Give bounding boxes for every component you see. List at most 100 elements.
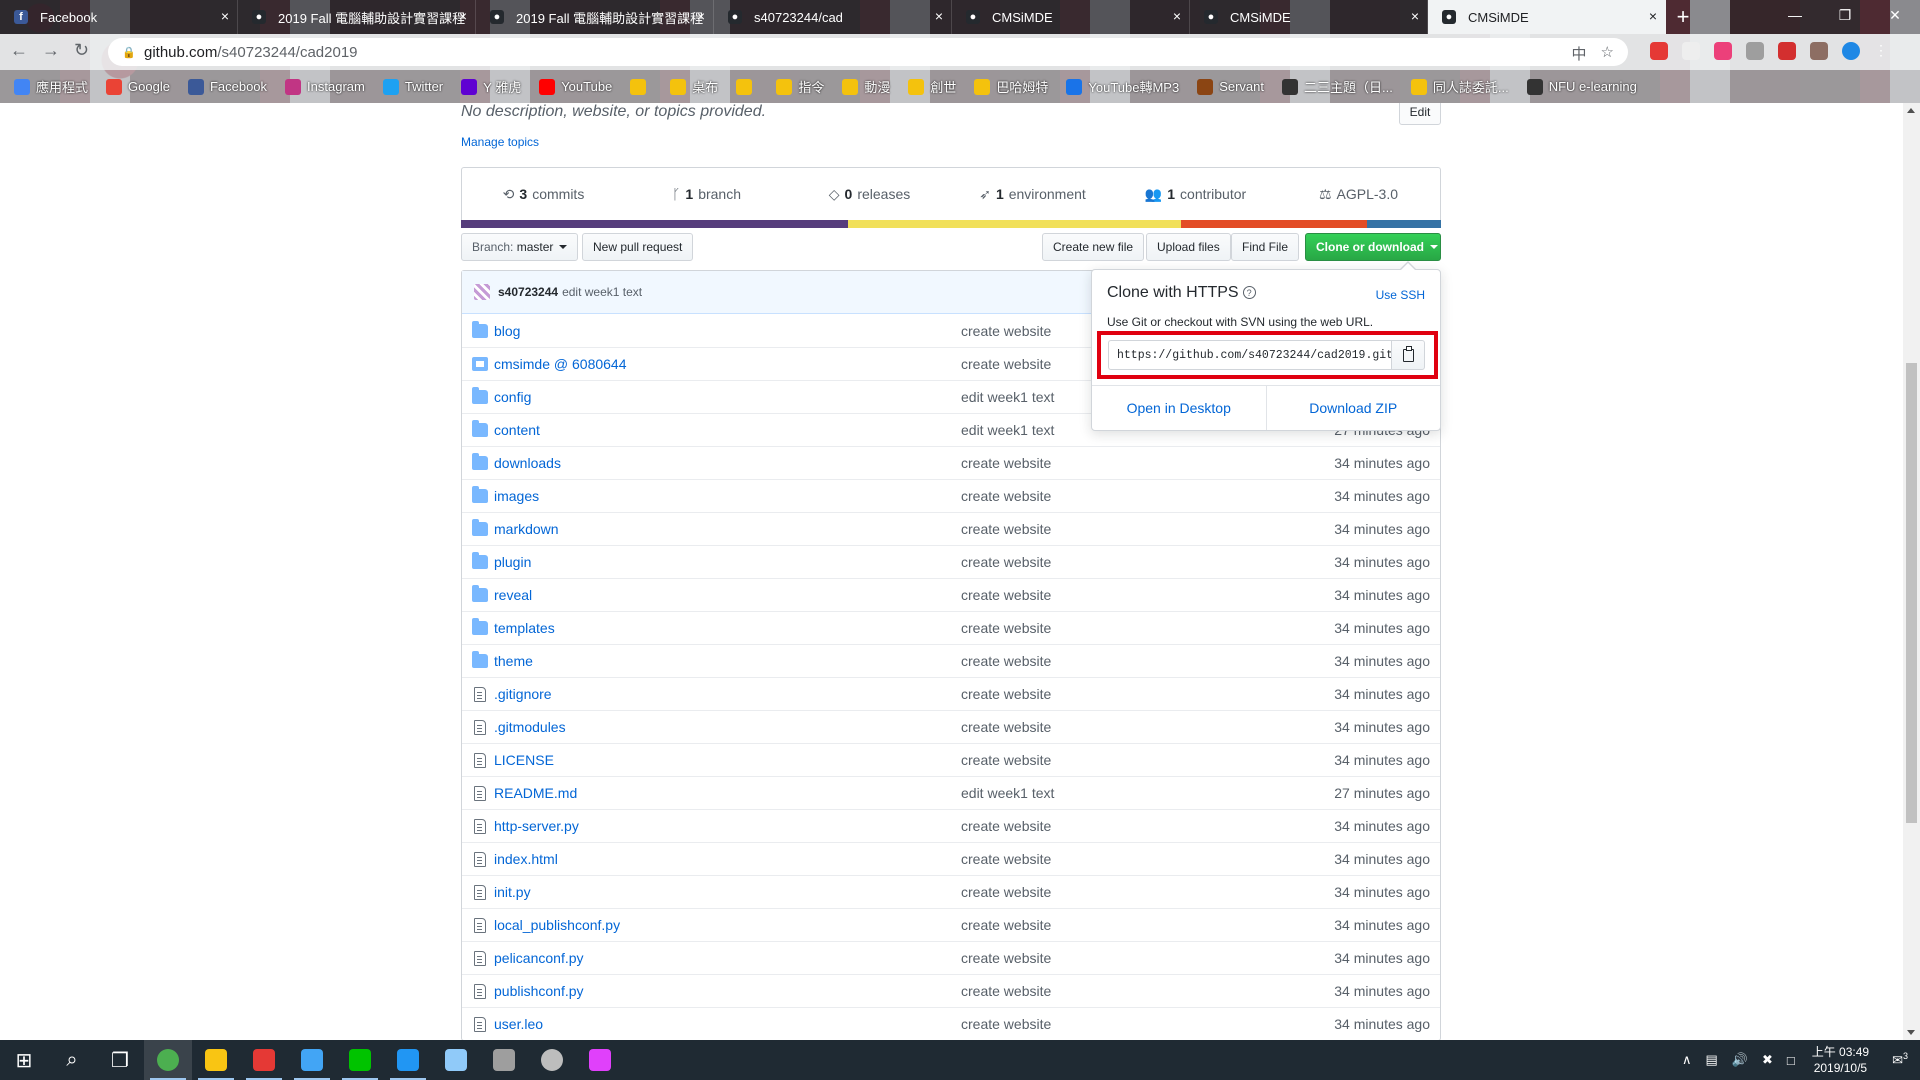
browser-tab[interactable]: ● s40723244/cad × <box>714 0 952 34</box>
bookmark-item[interactable]: YouTube <box>539 78 612 95</box>
file-name-link[interactable]: content <box>494 422 964 438</box>
alert-icon[interactable]: ✖ <box>1762 1052 1773 1068</box>
open-in-desktop-button[interactable]: Open in Desktop <box>1092 386 1267 430</box>
network-icon[interactable]: ▤ <box>1705 1052 1717 1068</box>
volume-icon[interactable]: 🔊 <box>1732 1052 1748 1068</box>
file-name-link[interactable]: init.py <box>494 884 964 900</box>
close-tab-icon[interactable]: × <box>697 8 705 24</box>
file-commit-message[interactable]: create website <box>961 488 1051 504</box>
extension-icon[interactable] <box>1682 42 1700 60</box>
file-name-link[interactable]: http-server.py <box>494 818 964 834</box>
bookmark-item[interactable]: 二三主題（日... <box>1282 77 1393 96</box>
browser-tab[interactable]: ● CMSiMDE × <box>1428 0 1666 34</box>
clone-or-download-button[interactable]: Clone or download <box>1305 233 1441 261</box>
file-name-link[interactable]: reveal <box>494 587 964 603</box>
bookmark-item[interactable]: 同人誌委託... <box>1410 77 1509 96</box>
language-bar[interactable] <box>461 220 1441 228</box>
reload-icon[interactable]: ↻ <box>74 40 89 61</box>
close-tab-icon[interactable]: × <box>459 8 467 24</box>
browser-tab[interactable]: ● 2019 Fall 電腦輔助設計實習課程 × <box>238 0 476 34</box>
file-name-link[interactable]: templates <box>494 620 964 636</box>
taskbar-app[interactable] <box>192 1040 240 1080</box>
back-icon[interactable]: ← <box>10 40 28 61</box>
repo-stat-contributor[interactable]: 👥 1 contributor <box>1114 168 1277 220</box>
bookmark-item[interactable] <box>736 78 758 95</box>
commit-message[interactable]: edit week1 text <box>562 285 642 299</box>
translate-icon[interactable]: 中 <box>1572 43 1587 64</box>
repo-stat-commits[interactable]: ⟲ 3 commits <box>462 168 625 220</box>
file-name-link[interactable]: blog <box>494 323 964 339</box>
bookmark-star-icon[interactable]: ☆ <box>1601 43 1614 64</box>
scroll-thumb[interactable] <box>1906 363 1917 823</box>
repo-stat-releases[interactable]: ◇ 0 releases <box>788 168 951 220</box>
bookmark-item[interactable]: 創世 <box>908 77 956 96</box>
taskbar-app[interactable] <box>432 1040 480 1080</box>
repo-stat-branch[interactable]: ᚴ 1 branch <box>625 168 788 220</box>
taskbar-app[interactable] <box>480 1040 528 1080</box>
profile-avatar[interactable] <box>1842 42 1860 60</box>
browser-tab[interactable]: ● CMSiMDE × <box>1190 0 1428 34</box>
file-commit-message[interactable]: create website <box>961 983 1051 999</box>
file-commit-message[interactable]: create website <box>961 884 1051 900</box>
file-commit-message[interactable]: create website <box>961 653 1051 669</box>
browser-tab[interactable]: f Facebook × <box>0 0 238 34</box>
file-commit-message[interactable]: create website <box>961 455 1051 471</box>
file-name-link[interactable]: local_publishconf.py <box>494 917 964 933</box>
taskbar-app[interactable] <box>240 1040 288 1080</box>
file-name-link[interactable]: theme <box>494 653 964 669</box>
bookmark-item[interactable]: 桌布 <box>670 77 718 96</box>
create-new-file-button[interactable]: Create new file <box>1042 233 1145 261</box>
extension-icon[interactable] <box>1746 42 1764 60</box>
file-commit-message[interactable]: create website <box>961 818 1051 834</box>
notification-center-icon[interactable]: ✉3 <box>1892 1051 1908 1068</box>
file-name-link[interactable]: user.leo <box>494 1016 964 1032</box>
file-name-link[interactable]: images <box>494 488 964 504</box>
taskbar-app[interactable] <box>144 1040 192 1080</box>
bookmark-item[interactable] <box>630 78 652 95</box>
close-tab-icon[interactable]: × <box>1649 8 1657 24</box>
avatar[interactable] <box>474 284 490 300</box>
taskbar-app[interactable]: ⊞ <box>0 1040 48 1080</box>
browser-tab[interactable]: ● CMSiMDE × <box>952 0 1190 34</box>
minimize-icon[interactable]: — <box>1770 0 1820 30</box>
file-name-link[interactable]: README.md <box>494 785 964 801</box>
find-file-button[interactable]: Find File <box>1231 233 1300 261</box>
edit-description-button[interactable]: Edit <box>1399 103 1441 125</box>
bookmark-item[interactable]: Google <box>106 78 170 95</box>
file-commit-message[interactable]: create website <box>961 851 1051 867</box>
taskbar-app[interactable] <box>576 1040 624 1080</box>
upload-files-button[interactable]: Upload files <box>1146 233 1231 261</box>
file-commit-message[interactable]: create website <box>961 323 1051 339</box>
close-tab-icon[interactable]: × <box>935 8 943 24</box>
extension-icon[interactable] <box>1714 42 1732 60</box>
file-name-link[interactable]: index.html <box>494 851 964 867</box>
close-window-icon[interactable]: ✕ <box>1870 0 1920 30</box>
file-commit-message[interactable]: create website <box>961 719 1051 735</box>
bookmark-item[interactable]: Y 雅虎 <box>461 77 521 96</box>
file-commit-message[interactable]: create website <box>961 587 1051 603</box>
file-name-link[interactable]: .gitmodules <box>494 719 964 735</box>
file-commit-message[interactable]: edit week1 text <box>961 785 1054 801</box>
close-tab-icon[interactable]: × <box>1173 8 1181 24</box>
repo-stat-environment[interactable]: ➶ 1 environment <box>951 168 1114 220</box>
taskbar-app[interactable] <box>336 1040 384 1080</box>
bookmark-item[interactable]: Twitter <box>382 78 443 95</box>
bookmark-item[interactable]: 動漫 <box>842 77 890 96</box>
extension-icon[interactable] <box>1778 42 1796 60</box>
maximize-icon[interactable]: ❐ <box>1820 0 1870 30</box>
close-tab-icon[interactable]: × <box>1411 8 1419 24</box>
file-commit-message[interactable]: create website <box>961 686 1051 702</box>
file-name-link[interactable]: publishconf.py <box>494 983 964 999</box>
close-tab-icon[interactable]: × <box>221 8 229 24</box>
file-name-link[interactable]: config <box>494 389 964 405</box>
repo-stat-agpl-3-0[interactable]: ⚖ AGPL-3.0 <box>1277 168 1440 220</box>
taskbar-app[interactable]: ⌕ <box>48 1040 96 1080</box>
new-pull-request-button[interactable]: New pull request <box>582 233 694 261</box>
file-name-link[interactable]: downloads <box>494 455 964 471</box>
taskbar-app[interactable]: ❐ <box>96 1040 144 1080</box>
file-commit-message[interactable]: create website <box>961 554 1051 570</box>
file-commit-message[interactable]: create website <box>961 356 1051 372</box>
bookmark-item[interactable]: 指令 <box>776 77 824 96</box>
file-name-link[interactable]: cmsimde @ 6080644 <box>494 356 964 372</box>
bookmark-item[interactable]: 巴哈姆特 <box>974 77 1048 96</box>
